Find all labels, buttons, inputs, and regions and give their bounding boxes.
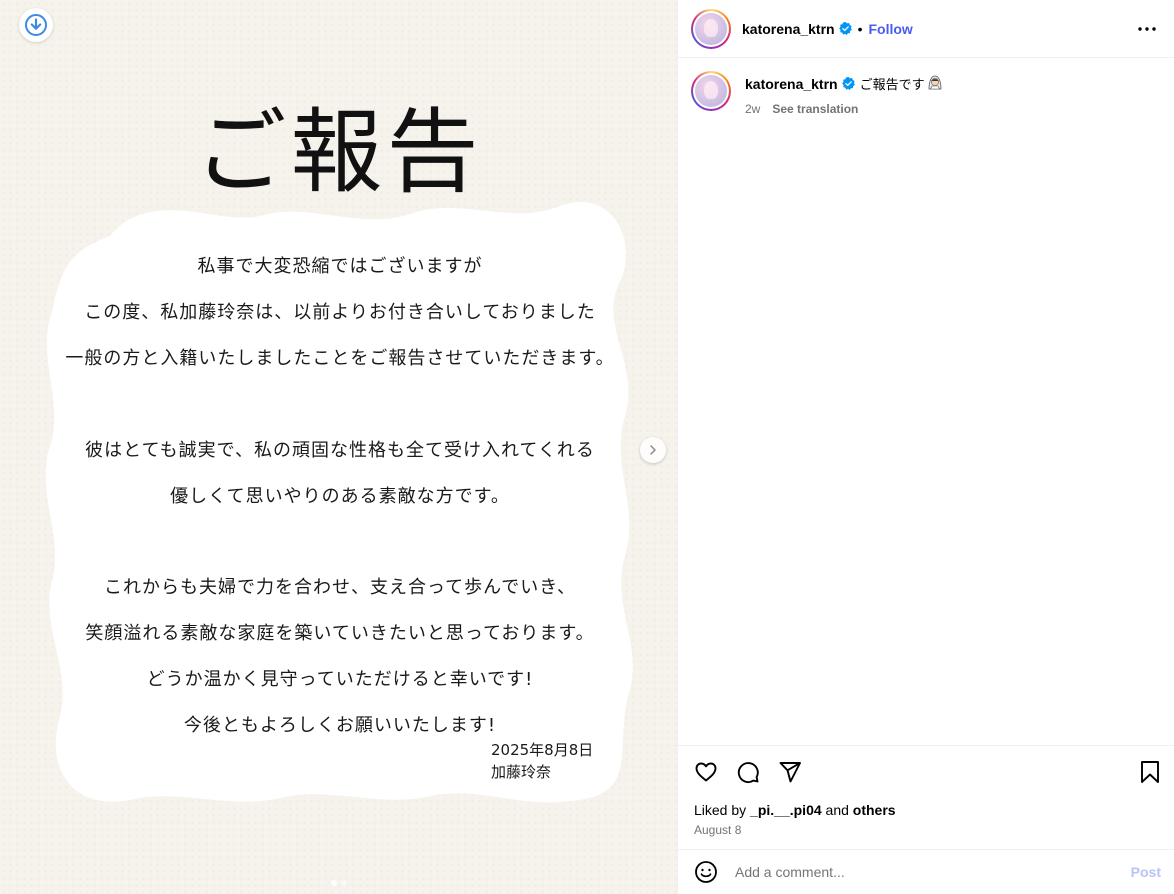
carousel-next-button[interactable] [640, 437, 666, 463]
caption-text: ご報告です [859, 78, 925, 93]
avatar[interactable] [691, 8, 731, 49]
bookmark-icon [1141, 761, 1159, 783]
more-horizontal-icon [1138, 27, 1156, 31]
verified-badge-icon [838, 22, 852, 35]
likes-summary: Liked by _pi.__.pi04 and others [694, 802, 896, 818]
liked-joiner: and [825, 802, 849, 818]
message-line: 優しくて思いやりのある素敵な方です。 [170, 486, 510, 507]
post-comment-button[interactable]: Post [1131, 864, 1161, 880]
caption-username[interactable]: katorena_ktrn [745, 76, 838, 92]
save-button[interactable] [1137, 759, 1163, 785]
share-button[interactable] [777, 759, 803, 785]
signature-name: 加藤玲奈 [491, 763, 552, 781]
verified-badge-icon [841, 77, 855, 90]
liked-prefix: Liked by [694, 802, 747, 818]
liked-others-link[interactable]: others [853, 802, 896, 818]
post-age[interactable]: 2w [745, 102, 760, 116]
signature-date: 2025年8月8日 [491, 741, 594, 759]
follow-button[interactable]: Follow [869, 21, 913, 37]
actions-area: Liked by _pi.__.pi04 and others August 8 [678, 745, 1174, 837]
caption: katorena_ktrn ご報告です 2w See translation [691, 70, 1161, 116]
message-line: これからも夫婦で力を合わせ、支え合って歩んでいき、 [104, 577, 576, 598]
post-sidebar: katorena_ktrn • Follow katorena_ktrn ご報告… [677, 0, 1174, 894]
carousel-dot [340, 880, 347, 886]
liked-user-link[interactable]: _pi.__.pi04 [750, 802, 822, 818]
comment-icon [737, 762, 759, 784]
header-username[interactable]: katorena_ktrn [742, 21, 835, 37]
post-media: ご報告 私事で大変恐縮ではございますが この度、私加藤玲奈は、以前よりお付き合い… [0, 0, 677, 894]
message-line: 彼はとても誠実で、私の頑固な性格も全て受け入れてくれる [85, 440, 595, 461]
caption-avatar[interactable] [691, 71, 731, 111]
carousel-dot-active [330, 880, 337, 886]
bride-emoji-icon [927, 74, 943, 93]
post-header: katorena_ktrn • Follow [678, 0, 1174, 58]
action-bar [693, 759, 803, 785]
smiley-icon [695, 861, 717, 883]
heart-icon [695, 762, 717, 782]
message-line: 今後ともよろしくお願いいたします! [183, 715, 497, 736]
message-line: 一般の方と入籍いたしましたことをご報告させていただきます。 [65, 348, 615, 369]
message-line: この度、私加藤玲奈は、以前よりお付き合いしておりました [84, 302, 596, 323]
post-date[interactable]: August 8 [694, 823, 741, 837]
message-line: どうか温かく見守っていただけると幸いです! [146, 669, 534, 690]
avatar-image [695, 12, 727, 45]
avatar-image [695, 75, 727, 107]
image-title: ご報告 [194, 99, 483, 206]
more-options-button[interactable] [1135, 17, 1159, 41]
chevron-right-icon [650, 445, 656, 455]
comment-input[interactable] [735, 864, 1131, 880]
carousel-indicator [0, 880, 677, 886]
download-icon [25, 14, 47, 36]
header-separator: • [857, 20, 863, 37]
send-icon [779, 762, 801, 783]
like-button[interactable] [693, 759, 719, 785]
message-line: 私事で大変恐縮ではございますが [197, 256, 483, 277]
message-line: 笑顔溢れる素敵な家庭を築いていきたいと思っております。 [85, 623, 595, 644]
emoji-button[interactable] [693, 859, 719, 885]
comment-composer: Post [678, 849, 1174, 894]
download-button[interactable] [19, 8, 53, 42]
comment-button[interactable] [735, 759, 761, 785]
see-translation-link[interactable]: See translation [772, 102, 858, 116]
